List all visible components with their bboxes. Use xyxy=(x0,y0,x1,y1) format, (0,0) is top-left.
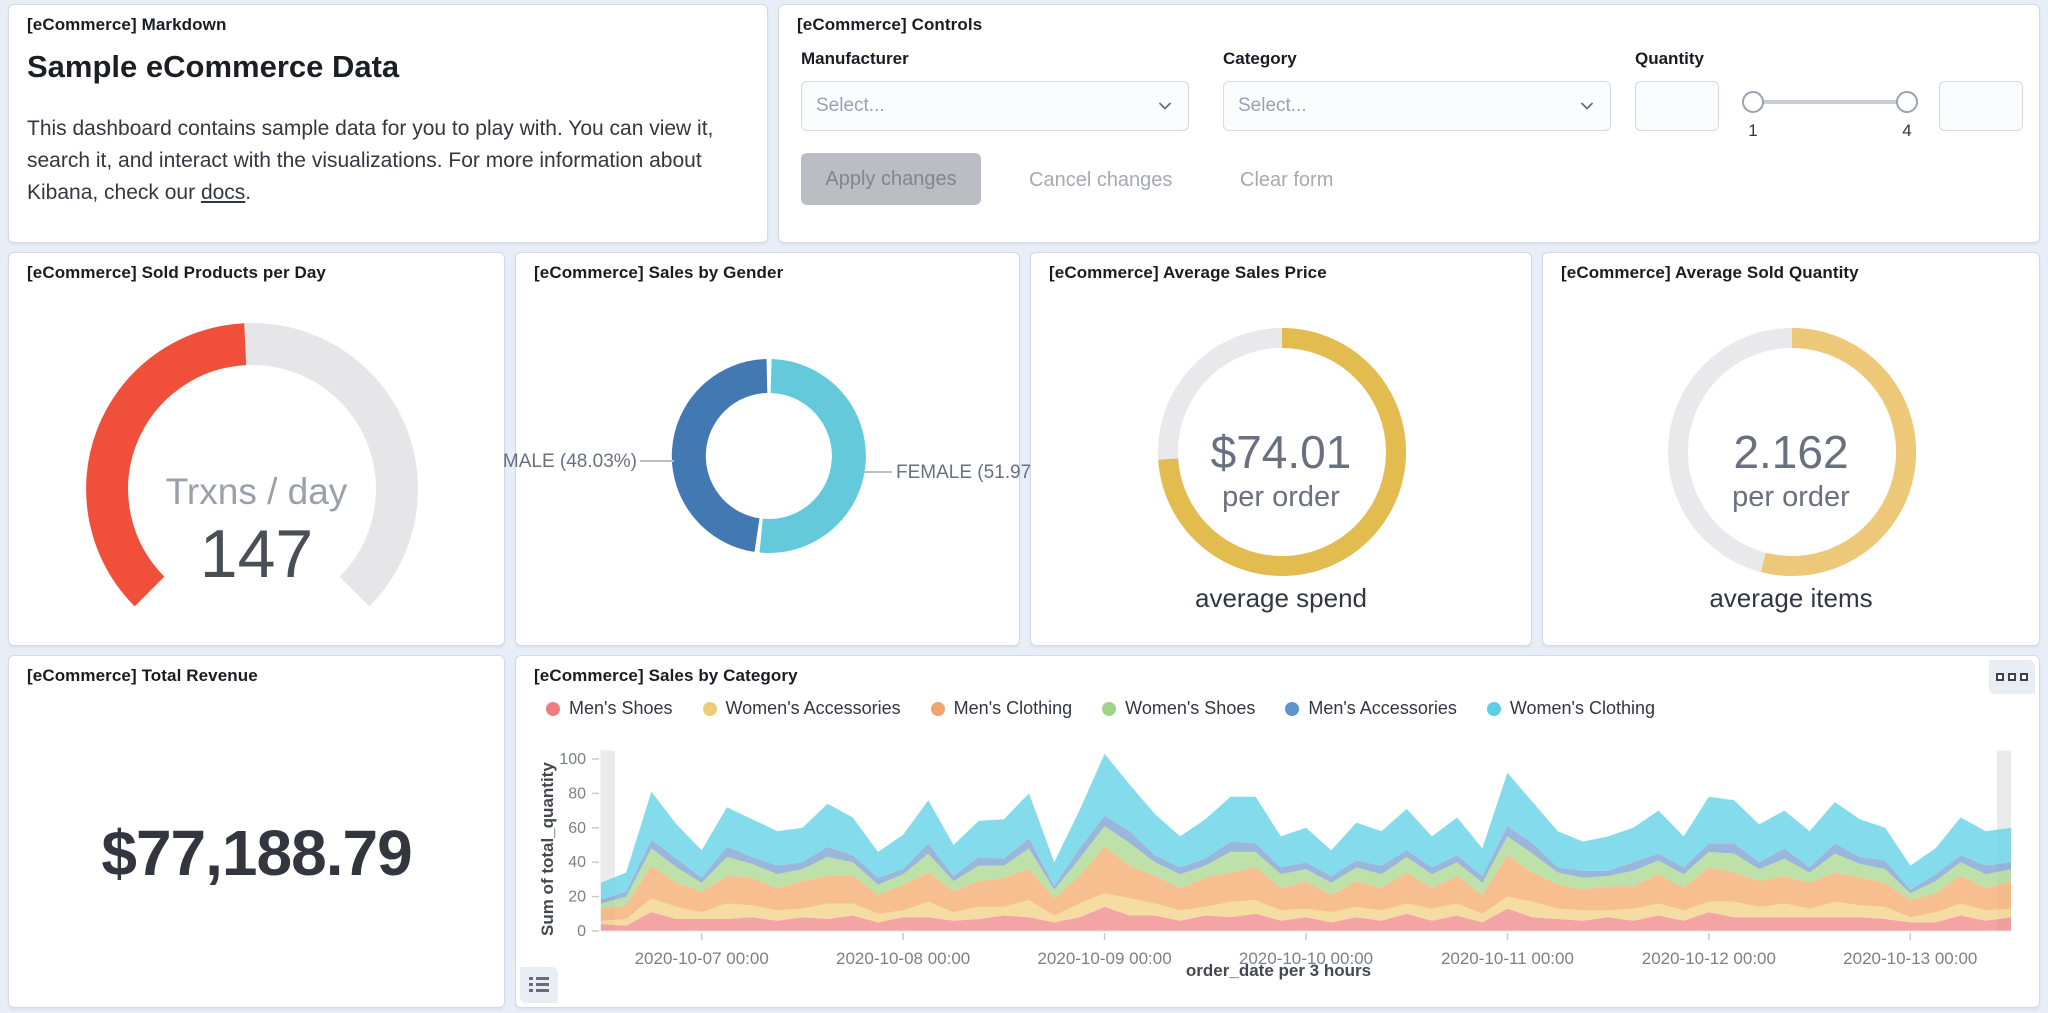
panel-sales-by-gender: [eCommerce] Sales by Gender MALE (48.03%… xyxy=(503,252,1054,646)
panel-options-icon[interactable] xyxy=(1989,660,2035,694)
male-slice-label: MALE (48.03%) xyxy=(502,451,637,472)
clear-form-button[interactable]: Clear form xyxy=(1234,153,1339,205)
manufacturer-placeholder: Select... xyxy=(816,95,885,116)
svg-text:20: 20 xyxy=(568,889,586,906)
chevron-down-icon xyxy=(1581,102,1593,110)
panel-total-revenue: [eCommerce] Total Revenue $77,188.79 xyxy=(8,655,505,1008)
legend-label: Women's Shoes xyxy=(1125,698,1256,718)
manufacturer-label: Manufacturer xyxy=(801,49,909,68)
panel-title: [eCommerce] Controls xyxy=(797,15,983,34)
panel-average-sales-price: [eCommerce] Average Sales Price $74.01 p… xyxy=(1030,252,1532,646)
markdown-heading: Sample eCommerce Data xyxy=(27,49,400,84)
slider-max-label: 4 xyxy=(1902,121,1912,140)
area-chart: 0204060801002020-10-07 00:00 2020-10-08 0… xyxy=(559,750,2011,968)
cancel-changes-button[interactable]: Cancel changes xyxy=(1023,153,1178,205)
panel-title: [eCommerce] Markdown xyxy=(27,15,227,34)
legend-dot xyxy=(930,701,945,716)
svg-text:60: 60 xyxy=(568,820,586,837)
apply-changes-button[interactable]: Apply changes xyxy=(801,153,981,205)
legend-label: Men's Clothing xyxy=(953,698,1073,718)
legend-label: Men's Accessories xyxy=(1308,698,1457,718)
svg-text:80: 80 xyxy=(568,785,586,802)
quantity-max-input[interactable] xyxy=(1939,81,2023,131)
male-leader-line xyxy=(640,460,674,462)
panel-markdown: [eCommerce] Markdown Sample eCommerce Da… xyxy=(8,4,768,243)
legend-item-women-s-accessories[interactable]: Women's Accessories xyxy=(702,698,901,719)
legend-item-men-s-accessories[interactable]: Men's Accessories xyxy=(1285,698,1457,719)
svg-text:0: 0 xyxy=(577,923,586,940)
quantity-label: Quantity xyxy=(1635,49,1704,68)
panel-title: [eCommerce] Total Revenue xyxy=(27,666,258,685)
panel-controls: [eCommerce] Controls Manufacturer Select… xyxy=(778,4,2040,243)
quantity-min-input[interactable] xyxy=(1635,81,1719,131)
ring-caption: average spend xyxy=(1194,583,1368,613)
legend-label: Men's Shoes xyxy=(569,698,673,718)
legend-dot xyxy=(1102,701,1117,716)
markdown-text-before: This dashboard contains sample data for … xyxy=(27,117,714,204)
svg-text:100: 100 xyxy=(559,751,586,768)
total-revenue-value: $77,188.79 xyxy=(101,817,412,889)
panel-title: [eCommerce] Sales by Category xyxy=(534,666,798,685)
legend-dot xyxy=(1285,701,1300,716)
legend-item-women-s-clothing[interactable]: Women's Clothing xyxy=(1486,698,1656,719)
legend-item-women-s-shoes[interactable]: Women's Shoes xyxy=(1102,698,1255,719)
quantity-slider-track[interactable] xyxy=(1749,100,1911,104)
panel-sold-products-per-day: [eCommerce] Sold Products per Day Trxns … xyxy=(8,252,505,646)
markdown-body: This dashboard contains sample data for … xyxy=(27,113,743,209)
legend-item-men-s-shoes[interactable]: Men's Shoes xyxy=(546,698,673,719)
category-placeholder: Select... xyxy=(1238,95,1307,116)
manufacturer-select[interactable]: Select... xyxy=(801,81,1189,131)
panel-average-sold-quantity: [eCommerce] Average Sold Quantity 2.162 … xyxy=(1542,252,2040,646)
docs-link[interactable]: docs xyxy=(201,181,245,204)
area-chart-container: Sum of total_quantity 0 20 40 60 80 100 2020-1… xyxy=(526,736,2031,1001)
quantity-slider-thumb-max[interactable] xyxy=(1896,91,1918,113)
svg-text:40: 40 xyxy=(568,854,586,871)
panel-sales-by-category: [eCommerce] Sales by Category Men's Shoe… xyxy=(515,655,2040,1008)
quantity-slider-thumb-min[interactable] xyxy=(1742,91,1764,113)
legend-item-men-s-clothing[interactable]: Men's Clothing xyxy=(930,698,1073,719)
chart-legend: Men's Shoes Women's Accessories Men's Clot… xyxy=(546,698,1655,719)
chevron-down-icon xyxy=(1159,102,1171,110)
gender-donut-chart xyxy=(671,359,866,553)
x-axis-label: order_date per 3 hours xyxy=(1185,961,1372,980)
legend-label: Women's Clothing xyxy=(1509,698,1656,718)
legend-dot xyxy=(546,701,560,716)
legend-dot xyxy=(1486,701,1501,716)
ring-caption: average items xyxy=(1709,583,1873,613)
category-label: Category xyxy=(1223,49,1297,68)
legend-toggle-icon[interactable] xyxy=(520,967,558,1003)
legend-dot xyxy=(702,701,717,716)
gauge-chart xyxy=(86,323,418,607)
slider-min-label: 1 xyxy=(1748,121,1758,140)
markdown-text-after: . xyxy=(245,181,252,204)
legend-label: Women's Accessories xyxy=(725,698,901,718)
list-icon xyxy=(529,977,549,992)
female-leader-line xyxy=(864,471,892,473)
category-select[interactable]: Select... xyxy=(1223,81,1611,131)
